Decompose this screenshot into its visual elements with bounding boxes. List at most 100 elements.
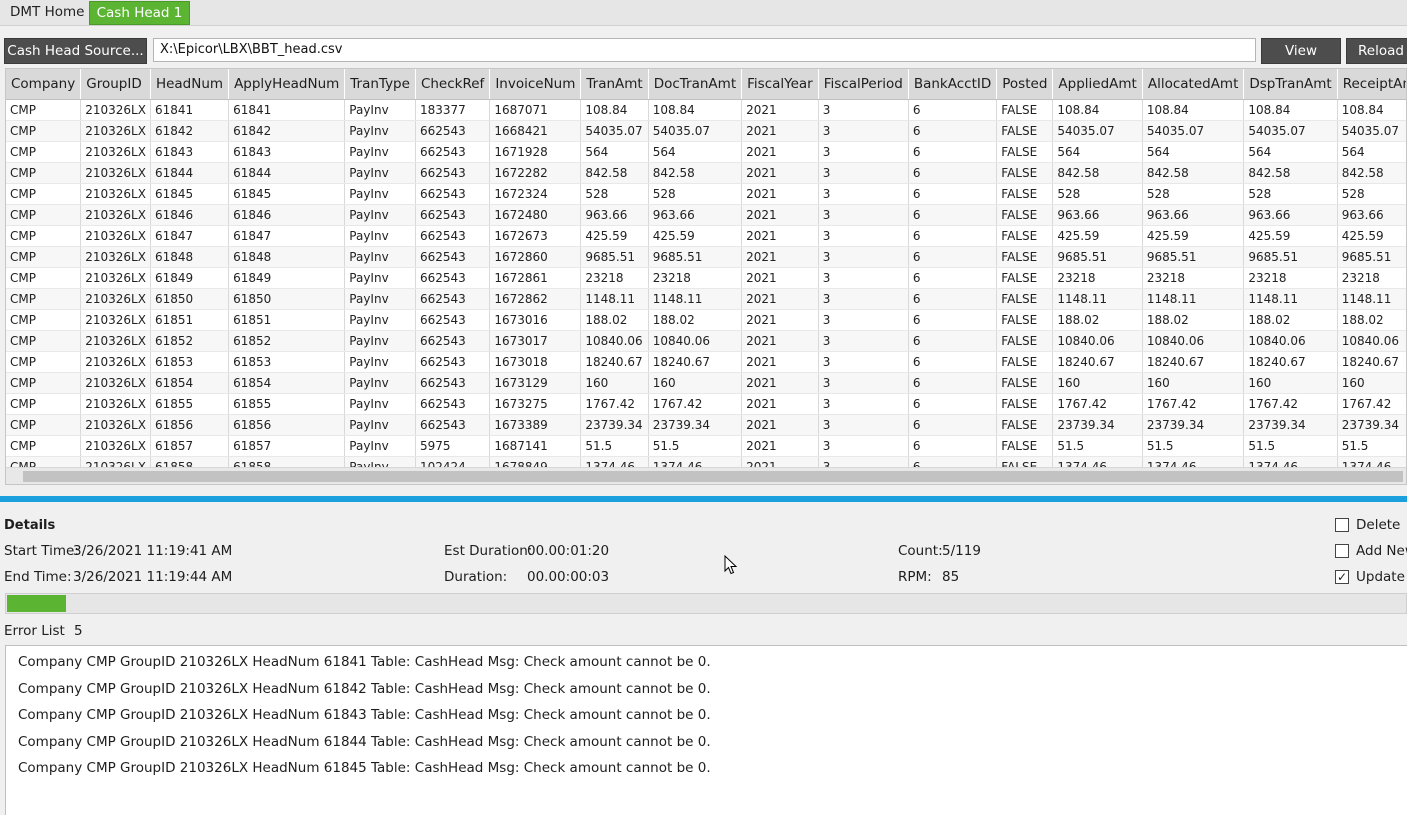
table-cell[interactable]: FALSE — [996, 204, 1054, 226]
table-cell[interactable]: 2021 — [741, 435, 819, 457]
table-cell[interactable]: 61842 — [228, 120, 346, 142]
table-cell[interactable]: 3 — [818, 414, 909, 436]
table-cell[interactable]: 1672861 — [489, 267, 582, 289]
table-cell[interactable]: PayInv — [344, 120, 416, 142]
table-cell[interactable]: CMP — [6, 435, 82, 457]
table-cell[interactable]: 662543 — [415, 330, 491, 352]
column-header[interactable]: Posted — [996, 69, 1054, 100]
table-cell[interactable]: 10840.06 — [648, 330, 743, 352]
table-cell[interactable]: PayInv — [344, 99, 416, 121]
table-cell[interactable]: 5975 — [415, 435, 491, 457]
table-cell[interactable]: 1148.11 — [1337, 288, 1406, 310]
table-cell[interactable]: 963.66 — [1243, 204, 1338, 226]
update-label[interactable]: Update — [1356, 569, 1405, 585]
table-cell[interactable]: 210326LX — [80, 204, 151, 226]
table-cell[interactable]: 188.02 — [1337, 309, 1406, 331]
table-cell[interactable]: PayInv — [344, 162, 416, 184]
table-cell[interactable]: 662543 — [415, 372, 491, 394]
table-cell[interactable]: 210326LX — [80, 330, 151, 352]
table-cell[interactable]: 61847 — [150, 225, 230, 247]
table-cell[interactable]: 54035.07 — [1142, 120, 1245, 142]
table-cell[interactable]: 963.66 — [1142, 204, 1245, 226]
table-cell[interactable]: 662543 — [415, 204, 491, 226]
table-cell[interactable]: CMP — [6, 393, 82, 415]
table-cell[interactable]: 425.59 — [1142, 225, 1245, 247]
table-cell[interactable]: 1673016 — [489, 309, 582, 331]
table-cell[interactable]: FALSE — [996, 120, 1054, 142]
table-cell[interactable]: 2021 — [741, 393, 819, 415]
table-cell[interactable]: 1672324 — [489, 183, 582, 205]
table-cell[interactable]: 6 — [908, 267, 998, 289]
table-cell[interactable]: 9685.51 — [1052, 246, 1143, 268]
table-cell[interactable]: 3 — [818, 330, 909, 352]
table-cell[interactable]: 2021 — [741, 120, 819, 142]
table-cell[interactable]: 210326LX — [80, 162, 151, 184]
table-cell[interactable]: 54035.07 — [1337, 120, 1406, 142]
column-header[interactable]: HeadNum — [150, 69, 230, 100]
column-header[interactable]: AllocatedAmt — [1142, 69, 1245, 100]
table-cell[interactable]: 61843 — [228, 141, 346, 163]
table-cell[interactable]: 564 — [1052, 141, 1143, 163]
table-cell[interactable]: 6 — [908, 162, 998, 184]
table-cell[interactable]: 61846 — [150, 204, 230, 226]
table-cell[interactable]: 662543 — [415, 225, 491, 247]
table-cell[interactable]: 61856 — [228, 414, 346, 436]
table-cell[interactable]: 10840.06 — [1052, 330, 1143, 352]
table-cell[interactable]: 61844 — [150, 162, 230, 184]
table-cell[interactable]: 528 — [1052, 183, 1143, 205]
table-cell[interactable]: 61857 — [228, 435, 346, 457]
table-cell[interactable]: 210326LX — [80, 351, 151, 373]
table-cell[interactable]: 842.58 — [1052, 162, 1143, 184]
table-cell[interactable]: 61850 — [150, 288, 230, 310]
table-cell[interactable]: FALSE — [996, 309, 1054, 331]
table-cell[interactable]: 1673275 — [489, 393, 582, 415]
table-cell[interactable]: 6 — [908, 372, 998, 394]
table-cell[interactable]: 528 — [1142, 183, 1245, 205]
table-cell[interactable]: 425.59 — [580, 225, 649, 247]
table-cell[interactable]: 662543 — [415, 288, 491, 310]
table-cell[interactable]: 963.66 — [648, 204, 743, 226]
table-row[interactable]: CMP 210326LX 61847 61847 PayInv 662543 1672673… — [6, 225, 1406, 247]
table-cell[interactable]: 10840.06 — [1243, 330, 1338, 352]
table-cell[interactable]: 2021 — [741, 351, 819, 373]
table-cell[interactable]: FALSE — [996, 372, 1054, 394]
table-cell[interactable]: 1148.11 — [648, 288, 743, 310]
table-cell[interactable]: 54035.07 — [1052, 120, 1143, 142]
table-cell[interactable]: 61852 — [150, 330, 230, 352]
table-cell[interactable]: 1672862 — [489, 288, 582, 310]
table-cell[interactable]: 61849 — [228, 267, 346, 289]
table-cell[interactable]: 18240.67 — [580, 351, 649, 373]
table-cell[interactable]: 61845 — [228, 183, 346, 205]
table-cell[interactable]: 23218 — [580, 267, 649, 289]
table-cell[interactable]: 662543 — [415, 246, 491, 268]
table-cell[interactable]: 210326LX — [80, 435, 151, 457]
table-row[interactable]: CMP 210326LX 61851 61851 PayInv 662543 1673016… — [6, 309, 1406, 331]
panel-splitter[interactable] — [0, 496, 1407, 502]
table-cell[interactable]: PayInv — [344, 435, 416, 457]
table-cell[interactable]: 564 — [1142, 141, 1245, 163]
column-header[interactable]: GroupID — [80, 69, 151, 100]
table-cell[interactable]: 61845 — [150, 183, 230, 205]
table-cell[interactable]: 564 — [580, 141, 649, 163]
table-cell[interactable]: 23739.34 — [1243, 414, 1338, 436]
table-cell[interactable]: 61855 — [150, 393, 230, 415]
table-cell[interactable]: 61853 — [228, 351, 346, 373]
table-cell[interactable]: 6 — [908, 351, 998, 373]
error-list[interactable]: Company CMP GroupID 210326LX HeadNum 618… — [5, 645, 1407, 815]
column-header[interactable]: DocTranAmt — [648, 69, 743, 100]
table-cell[interactable]: 51.5 — [580, 435, 649, 457]
table-cell[interactable]: 160 — [648, 372, 743, 394]
table-cell[interactable]: 6 — [908, 120, 998, 142]
table-cell[interactable]: PayInv — [344, 414, 416, 436]
table-cell[interactable]: 1767.42 — [580, 393, 649, 415]
table-cell[interactable]: 210326LX — [80, 246, 151, 268]
table-cell[interactable]: 425.59 — [648, 225, 743, 247]
update-checkbox[interactable]: ✓ — [1335, 570, 1349, 584]
table-cell[interactable]: 61851 — [228, 309, 346, 331]
table-cell[interactable]: 1767.42 — [1243, 393, 1338, 415]
table-cell[interactable]: CMP — [6, 225, 82, 247]
table-cell[interactable]: 10840.06 — [580, 330, 649, 352]
table-cell[interactable]: CMP — [6, 351, 82, 373]
table-cell[interactable]: 9685.51 — [648, 246, 743, 268]
column-header[interactable]: Company — [6, 69, 82, 100]
